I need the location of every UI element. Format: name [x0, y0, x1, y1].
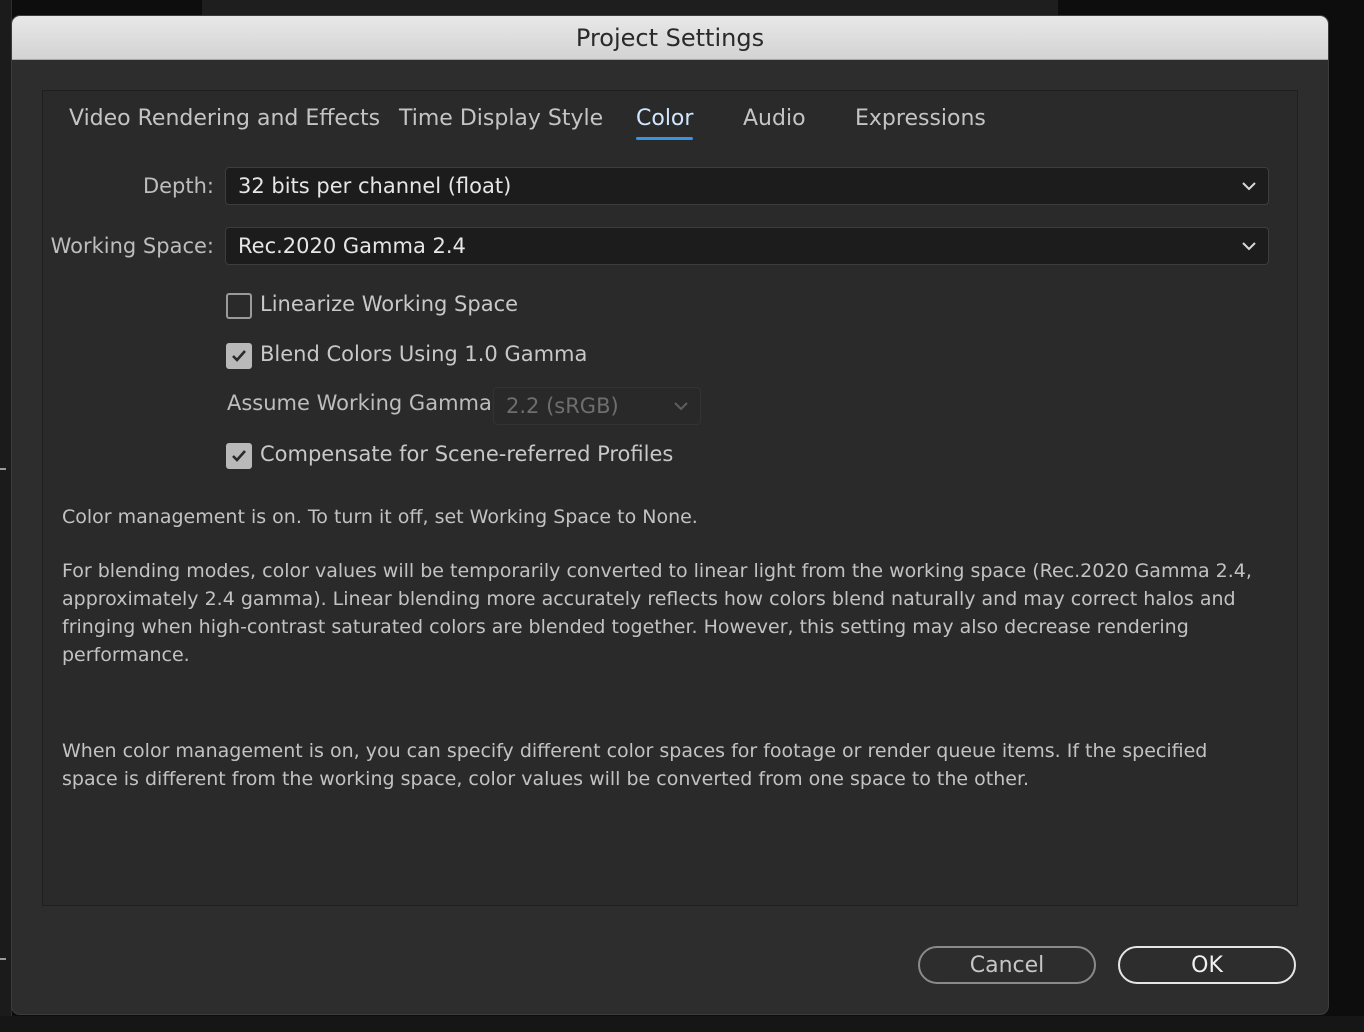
background-top-bar [202, 0, 1058, 16]
chevron-down-icon [1242, 182, 1256, 191]
color-bar-red [1120, 0, 1276, 16]
cancel-button[interactable]: Cancel [918, 946, 1096, 984]
color-bar-green [1328, 263, 1364, 419]
assume-gamma-value: 2.2 (sRGB) [506, 394, 619, 418]
working-space-select[interactable]: Rec.2020 Gamma 2.4 [225, 227, 1269, 265]
compensate-label: Compensate for Scene-referred Profiles [260, 442, 674, 466]
tab-audio[interactable]: Audio [743, 106, 806, 137]
blending-description: For blending modes, color values will be… [62, 560, 1252, 666]
color-bar-red [1058, 0, 1088, 16]
chevron-down-icon [674, 402, 688, 411]
chevron-down-icon [1242, 242, 1256, 251]
settings-panel: Video Rendering and Effects Time Display… [42, 90, 1298, 906]
color-spaces-description: When color management is on, you can spe… [62, 740, 1208, 790]
tab-time-display-style[interactable]: Time Display Style [399, 106, 603, 137]
background-bottom-bar [0, 1016, 1364, 1032]
color-management-status: Color management is on. To turn it off, … [62, 506, 698, 528]
assume-gamma-label: Assume Working Gamma: [227, 391, 499, 415]
working-space-label: Working Space: [50, 234, 214, 258]
working-space-value: Rec.2020 Gamma 2.4 [238, 234, 466, 258]
project-settings-dialog: Project Settings Video Rendering and Eff… [12, 16, 1328, 1014]
assume-gamma-select[interactable]: 2.2 (sRGB) [493, 387, 701, 425]
tab-expressions[interactable]: Expressions [855, 106, 986, 137]
background-tick [0, 468, 6, 470]
blend-gamma-checkbox[interactable] [226, 343, 252, 369]
compensate-checkbox[interactable] [226, 443, 252, 469]
checkmark-icon [232, 350, 246, 362]
checkmark-icon [232, 450, 246, 462]
tab-video-rendering[interactable]: Video Rendering and Effects [69, 106, 380, 137]
linearize-label: Linearize Working Space [260, 292, 519, 316]
depth-label: Depth: [142, 174, 214, 198]
color-bar-blue [1328, 614, 1364, 770]
dialog-title: Project Settings [12, 16, 1328, 60]
depth-value: 32 bits per channel (float) [238, 174, 512, 198]
linearize-checkbox[interactable] [226, 293, 252, 319]
background-tick [0, 958, 6, 960]
ok-button[interactable]: OK [1118, 946, 1296, 984]
blend-gamma-label: Blend Colors Using 1.0 Gamma [260, 342, 588, 366]
tab-color[interactable]: Color [636, 106, 694, 140]
depth-select[interactable]: 32 bits per channel (float) [225, 167, 1269, 205]
